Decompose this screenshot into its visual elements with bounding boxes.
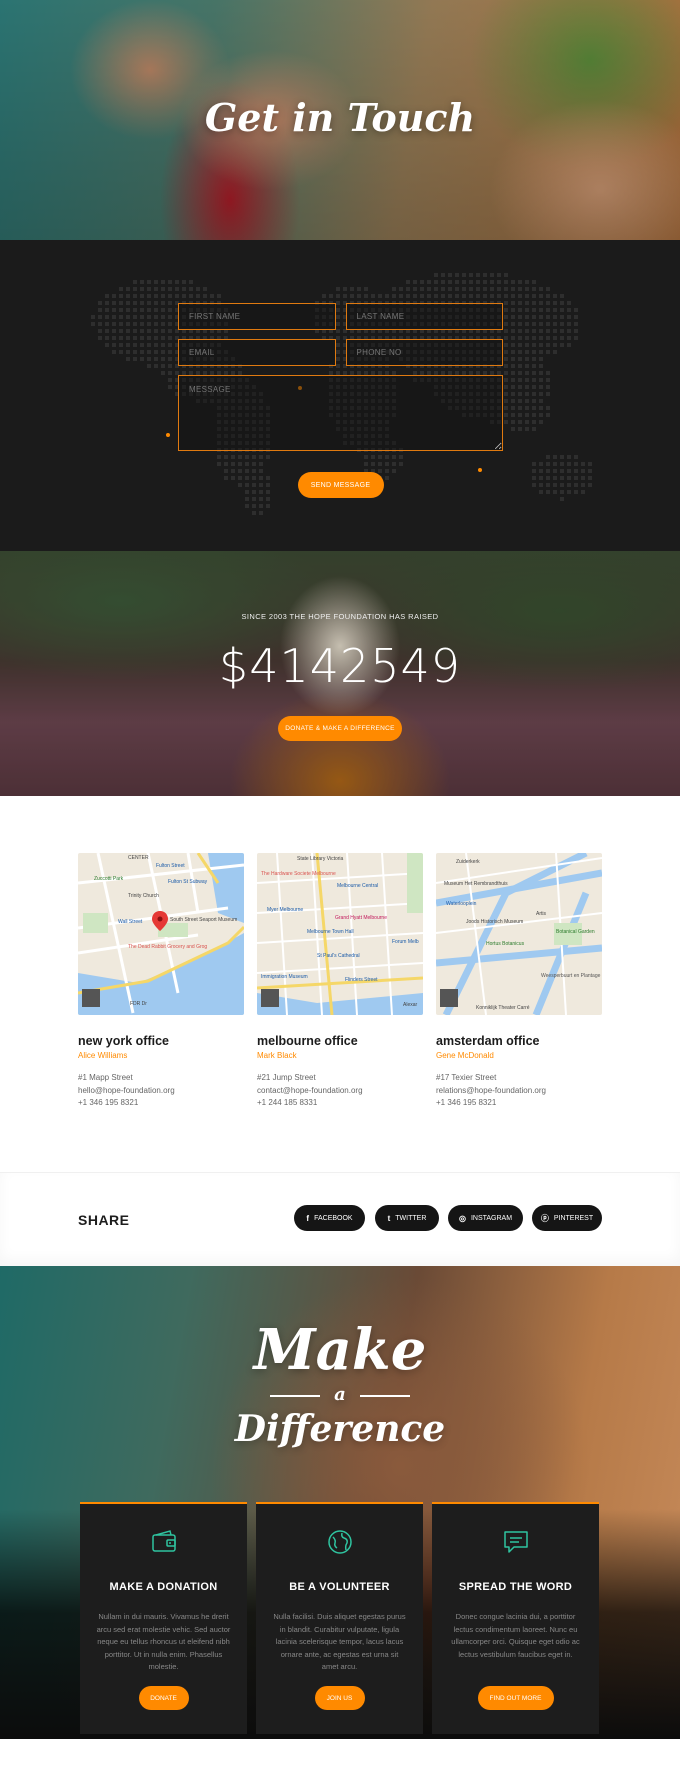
map-label: Hortus Botanicus [486, 941, 525, 947]
office-email[interactable]: hello@hope-foundation.org [78, 1085, 244, 1098]
volunteer-card: BE A VOLUNTEER Nulla facilisi. Duis aliq… [256, 1502, 423, 1734]
office-email[interactable]: contact@hope-foundation.org [257, 1085, 423, 1098]
office-contact-person[interactable]: Alice Williams [78, 1051, 244, 1060]
send-message-button[interactable]: SEND MESSAGE [297, 472, 384, 498]
office-address: #1 Mapp Street [78, 1073, 133, 1082]
map-label: Konniklijk Theater Carré [476, 1005, 530, 1011]
instagram-icon: ◎ [458, 1213, 466, 1223]
office-contact-person[interactable]: Gene McDonald [436, 1051, 602, 1060]
find-out-more-button[interactable]: FIND OUT MORE [477, 1686, 554, 1710]
map-label: The Hardware Societe Melbourne [261, 871, 336, 877]
card-title: BE A VOLUNTEER [289, 1581, 390, 1593]
office-phone: +1 346 195 8321 [78, 1098, 139, 1107]
offices-section: CENTER Fulton Street Zuccotti Park Fulto… [0, 796, 680, 1172]
share-title: SHARE [78, 1212, 130, 1228]
map-label: Museum Het Rembrandthuis [444, 881, 508, 887]
map-label: Zuccotti Park [94, 876, 124, 882]
title-line-difference: Difference [234, 1408, 446, 1450]
card-text: Nullam in dui mauris. Vivamus he drerit … [96, 1612, 231, 1671]
card-title: SPREAD THE WORD [458, 1581, 573, 1593]
map-amsterdam[interactable]: Zuiderkerk Museum Het Rembrandthuis Wate… [436, 853, 602, 1015]
office-address: #21 Jump Street [257, 1073, 316, 1082]
map-label: Immigration Museum [261, 974, 308, 980]
pinterest-share-button[interactable]: ⓟ PINTEREST [532, 1205, 602, 1231]
office-email[interactable]: relations@hope-foundation.org [436, 1085, 602, 1098]
fundraising-section: SINCE 2003 THE HOPE FOUNDATION HAS RAISE… [0, 551, 680, 796]
map-label: Trinity Church [128, 893, 159, 899]
office-melbourne: State Library Victoria The Hardware Soci… [257, 853, 423, 1110]
map-label: Waterlooplein [446, 901, 477, 907]
donate-make-difference-button[interactable]: DONATE & MAKE A DIFFERENCE [278, 716, 402, 741]
contact-section: SEND MESSAGE [0, 240, 680, 551]
hero-title: Get in Touch [204, 95, 476, 140]
pinterest-icon: ⓟ [540, 1213, 549, 1223]
map-label: Melbourne Central [337, 883, 378, 889]
card-text: Nulla facilisi. Duis aliquet egestas pur… [273, 1612, 406, 1671]
map-label: Grand Hyatt Melbourne [335, 915, 387, 921]
office-amsterdam: Zuiderkerk Museum Het Rembrandthuis Wate… [436, 853, 602, 1110]
map-label: South Street Seaport Museum [170, 917, 237, 923]
hero-section: Get in Touch [0, 0, 680, 240]
share-button-label: FACEBOOK [314, 1214, 353, 1222]
map-label: Wall Street [118, 919, 143, 925]
title-line-make: Make [253, 1317, 427, 1383]
globe-icon [327, 1530, 352, 1554]
map-label: Forum Melb [392, 939, 419, 945]
map-melbourne[interactable]: State Library Victoria The Hardware Soci… [257, 853, 423, 1015]
raised-label: SINCE 2003 THE HOPE FOUNDATION HAS RAISE… [241, 612, 439, 621]
map-label: CENTER [128, 855, 149, 861]
map-label: Alexar [403, 1002, 418, 1008]
phone-input[interactable] [345, 339, 503, 366]
office-name: amsterdam office [436, 1034, 540, 1048]
make-a-difference-section: Make a Difference MAKE A DONATION Nullam… [0, 1266, 680, 1739]
share-button-label: PINTEREST [553, 1214, 594, 1222]
message-icon [503, 1531, 528, 1553]
spread-word-card: SPREAD THE WORD Donec congue lacinia dui… [432, 1502, 599, 1734]
first-name-input[interactable] [178, 303, 336, 330]
twitter-share-button[interactable]: t TWITTER [375, 1205, 439, 1231]
office-name: melbourne office [257, 1034, 358, 1048]
last-name-input[interactable] [345, 303, 503, 330]
message-textarea[interactable] [178, 375, 503, 451]
title-line-a: a [0, 1384, 680, 1405]
facebook-icon: f [306, 1213, 310, 1223]
join-us-button[interactable]: JOIN US [314, 1686, 365, 1710]
map-label: Fulton St Subway [168, 879, 208, 885]
office-phone: +1 244 185 8331 [257, 1098, 318, 1107]
map-label: The Dead Rabbit Grocery and Grog [128, 944, 207, 950]
map-label: Zuiderkerk [456, 859, 480, 865]
instagram-share-button[interactable]: ◎ INSTAGRAM [448, 1205, 523, 1231]
office-new-york: CENTER Fulton Street Zuccotti Park Fulto… [78, 853, 244, 1110]
office-name: new york office [78, 1034, 169, 1048]
facebook-share-button[interactable]: f FACEBOOK [294, 1205, 365, 1231]
map-label: Fulton Street [156, 863, 185, 869]
donation-card: MAKE A DONATION Nullam in dui mauris. Vi… [80, 1502, 247, 1734]
map-label: Artis [536, 911, 547, 917]
card-title: MAKE A DONATION [109, 1581, 218, 1593]
map-label: Myer Melbourne [267, 907, 303, 913]
map-new-york[interactable]: CENTER Fulton Street Zuccotti Park Fulto… [78, 853, 244, 1015]
donate-button[interactable]: DONATE [138, 1686, 189, 1710]
email-input[interactable] [178, 339, 336, 366]
raised-amount: $4142549 [218, 639, 462, 693]
share-button-label: INSTAGRAM [470, 1214, 513, 1222]
map-label: Flinders Street [345, 977, 378, 983]
contact-form: SEND MESSAGE [178, 303, 503, 498]
wallet-icon [151, 1530, 176, 1552]
map-label: Weesperbuurt en Plantage [541, 973, 601, 979]
map-label: Botanical Garden [556, 929, 595, 935]
map-label: State Library Victoria [297, 856, 344, 862]
map-label: FDR Dr [130, 1001, 147, 1007]
share-section: SHARE f FACEBOOK t TWITTER ◎ INSTAGRAM ⓟ… [0, 1172, 680, 1266]
map-label: St Paul's Cathedral [317, 953, 360, 959]
map-label: Joods Historisch Museum [466, 919, 523, 925]
twitter-icon: t [387, 1213, 391, 1223]
share-button-label: TWITTER [395, 1214, 427, 1222]
office-contact-person[interactable]: Mark Black [257, 1051, 423, 1060]
office-address: #17 Texier Street [436, 1073, 497, 1082]
office-phone: +1 346 195 8321 [436, 1098, 497, 1107]
map-label: Melbourne Town Hall [307, 929, 354, 935]
make-a-difference-title: Make a Difference [0, 1318, 680, 1451]
card-text: Donec congue lacinia dui, a porttitor le… [451, 1612, 580, 1659]
